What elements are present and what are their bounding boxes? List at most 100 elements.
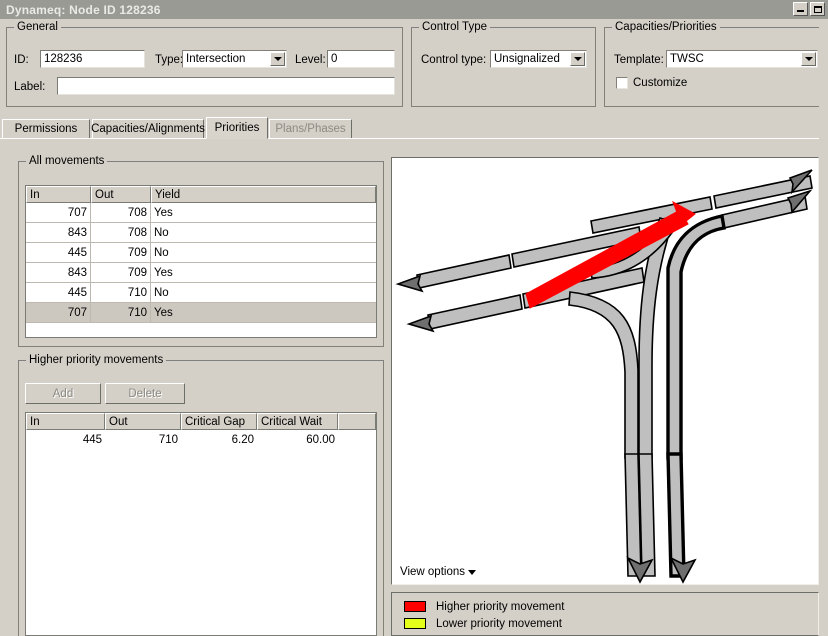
legend-color-swatch bbox=[404, 601, 426, 612]
tab-capacities-alignments[interactable]: Capacities/Alignments bbox=[91, 119, 205, 138]
type-select[interactable]: Intersection bbox=[182, 50, 287, 68]
general-group: General ID: 128236 Type: Intersection Le… bbox=[6, 21, 403, 107]
view-options-button[interactable]: View options bbox=[400, 566, 476, 578]
legend-color-swatch bbox=[404, 618, 426, 629]
all-movements-legend: All movements bbox=[26, 155, 108, 167]
higher-priority-header: In Out Critical Gap Critical Wait bbox=[26, 413, 376, 430]
cell-yield: Yes bbox=[154, 206, 173, 219]
type-select-value: Intersection bbox=[186, 53, 246, 65]
chevron-down-icon[interactable] bbox=[270, 52, 285, 66]
cell-out: 710 bbox=[158, 434, 178, 446]
cell-out: 708 bbox=[91, 223, 151, 242]
column-header-in[interactable]: In bbox=[26, 413, 105, 430]
cell-in: 445 bbox=[82, 434, 102, 446]
window-title: Dynameq: Node ID 128236 bbox=[6, 2, 161, 17]
type-label: Type: bbox=[155, 54, 184, 66]
higher-priority-rows: 445 710 6.20 60.00 bbox=[26, 430, 376, 450]
chevron-down-icon[interactable] bbox=[468, 570, 476, 575]
all-movements-rows: 707 708 Yes 843 708 No 445 709 No 843 709 Yes 445 710… bbox=[26, 203, 376, 323]
view-options-label: View options bbox=[400, 566, 465, 578]
control-type-group: Control Type Control type: Unsignalized bbox=[411, 21, 596, 107]
capacities-group-legend: Capacities/Priorities bbox=[612, 21, 720, 33]
table-row[interactable]: 843 708 No bbox=[26, 223, 376, 243]
tab-plans-phases[interactable]: Plans/Phases bbox=[269, 119, 352, 138]
cell-yield: No bbox=[154, 286, 169, 299]
control-type-group-legend: Control Type bbox=[419, 21, 490, 33]
minimize-icon bbox=[797, 10, 804, 12]
node-editor-window: Dynameq: Node ID 128236 General ID: 1282… bbox=[0, 0, 828, 636]
cell-critical-gap: 6.20 bbox=[231, 434, 254, 446]
column-header-in[interactable]: In bbox=[26, 186, 91, 203]
delete-button[interactable]: Delete bbox=[105, 383, 185, 404]
column-header-out[interactable]: Out bbox=[91, 186, 151, 203]
table-row[interactable]: 445 710 No bbox=[26, 283, 376, 303]
general-group-legend: General bbox=[14, 21, 61, 33]
control-type-select-value: Unsignalized bbox=[494, 53, 560, 65]
minimize-button[interactable] bbox=[793, 2, 808, 16]
cell-critical-wait: 60.00 bbox=[306, 434, 335, 446]
cell-yield: No bbox=[154, 226, 169, 239]
column-header-out[interactable]: Out bbox=[105, 413, 181, 430]
arrowhead-west-lower bbox=[406, 314, 435, 333]
column-header-critical-wait[interactable]: Critical Wait bbox=[257, 413, 338, 430]
cell-in: 707 bbox=[26, 203, 91, 222]
cell-in: 843 bbox=[26, 223, 91, 242]
all-movements-empty-row bbox=[26, 323, 376, 337]
link-curve-w-to-s bbox=[568, 291, 639, 459]
diagram-legend-panel: Higher priority movement Lower priority m… bbox=[391, 592, 819, 636]
tab-permissions[interactable]: Permissions bbox=[2, 119, 90, 138]
cell-in: 445 bbox=[26, 243, 91, 262]
table-row[interactable]: 707 708 Yes bbox=[26, 203, 376, 223]
table-row[interactable]: 707 710 Yes bbox=[26, 303, 376, 323]
chevron-down-icon[interactable] bbox=[801, 52, 816, 66]
cell-in: 445 bbox=[26, 283, 91, 302]
control-type-select[interactable]: Unsignalized bbox=[490, 50, 587, 68]
link-w-lower-tail bbox=[427, 294, 523, 330]
table-row[interactable]: 445 710 6.20 60.00 bbox=[26, 430, 376, 450]
cell-in: 843 bbox=[26, 263, 91, 282]
column-header-critical-gap[interactable]: Critical Gap bbox=[181, 413, 257, 430]
cell-yield: No bbox=[154, 246, 169, 259]
table-row[interactable]: 843 709 Yes bbox=[26, 263, 376, 283]
cell-out: 708 bbox=[91, 203, 151, 222]
capacities-priorities-group: Capacities/Priorities Template: TWSC Cus… bbox=[604, 21, 826, 107]
cell-yield: Yes bbox=[154, 306, 173, 319]
add-button[interactable]: Add bbox=[25, 383, 101, 404]
cell-out: 709 bbox=[91, 243, 151, 262]
template-label: Template: bbox=[614, 54, 664, 66]
level-input[interactable]: 0 bbox=[327, 50, 395, 68]
cell-out: 710 bbox=[91, 303, 151, 322]
cell-out: 709 bbox=[91, 263, 151, 282]
maximize-button[interactable] bbox=[810, 2, 825, 16]
cell-out: 710 bbox=[91, 283, 151, 302]
label-input[interactable] bbox=[57, 77, 395, 95]
legend-item-label: Lower priority movement bbox=[436, 617, 562, 630]
link-bend-ne-to-s-outer bbox=[666, 213, 726, 460]
window-right-gutter bbox=[819, 19, 828, 636]
all-movements-table[interactable]: In Out Yield 707 708 Yes 843 708 No 445 709 No 84… bbox=[25, 185, 377, 338]
tab-priorities[interactable]: Priorities bbox=[206, 117, 268, 139]
column-header-spacer[interactable] bbox=[338, 413, 376, 430]
template-select-value: TWSC bbox=[670, 53, 704, 65]
template-select[interactable]: TWSC bbox=[666, 50, 818, 68]
cell-yield: Yes bbox=[154, 266, 173, 279]
tab-strip-divider bbox=[0, 138, 828, 139]
chevron-down-icon[interactable] bbox=[570, 52, 585, 66]
intersection-diagram bbox=[395, 169, 813, 584]
network-diagram-panel[interactable]: View options bbox=[391, 157, 819, 585]
cell-spacer bbox=[338, 430, 376, 450]
legend-item-label: Higher priority movement bbox=[436, 600, 565, 613]
empty-cell bbox=[26, 323, 376, 337]
customize-checkbox[interactable] bbox=[616, 77, 628, 89]
customize-checkbox-row[interactable]: Customize bbox=[616, 77, 687, 89]
label-label: Label: bbox=[14, 81, 46, 93]
maximize-icon bbox=[814, 6, 822, 13]
tab-strip: Permissions Capacities/Alignments Priori… bbox=[0, 117, 828, 139]
window-titlebar: Dynameq: Node ID 128236 bbox=[0, 0, 828, 19]
higher-priority-table[interactable]: In Out Critical Gap Critical Wait 445 710… bbox=[25, 412, 377, 636]
id-input[interactable]: 128236 bbox=[40, 50, 145, 68]
table-row[interactable]: 445 709 No bbox=[26, 243, 376, 263]
column-header-yield[interactable]: Yield bbox=[151, 186, 376, 203]
level-label: Level: bbox=[295, 54, 326, 66]
link-w-upper-tail bbox=[416, 254, 512, 289]
